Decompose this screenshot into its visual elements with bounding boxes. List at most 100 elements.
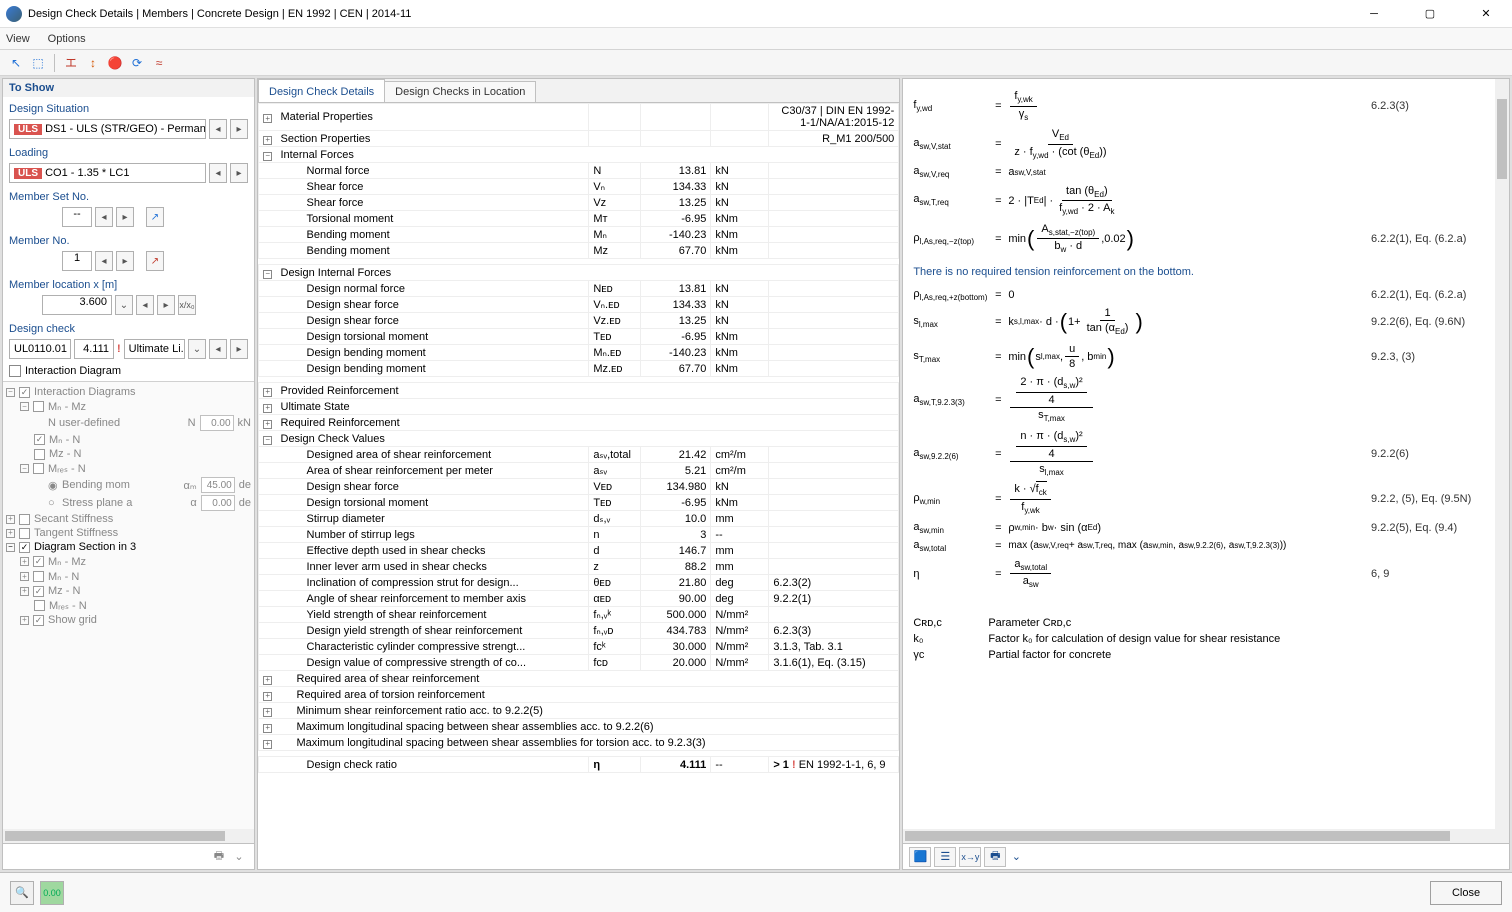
loading-combo[interactable]: ULS CO1 - 1.35 * LC1	[9, 163, 206, 183]
ml-dropdown-button[interactable]: ⌄	[115, 295, 133, 315]
formula-scrollbar[interactable]	[1495, 79, 1509, 829]
tree-checkbox[interactable]: ✓	[19, 387, 30, 398]
member-loc-input[interactable]: 3.600	[42, 295, 112, 315]
foot-print-icon[interactable]: 🖶	[984, 847, 1006, 867]
foot-list-icon[interactable]: ☰	[934, 847, 956, 867]
tree-expand-icon[interactable]: +	[6, 515, 15, 524]
close-window-button[interactable]: ✕	[1466, 2, 1506, 26]
dc-next-button[interactable]: ▸	[230, 339, 248, 359]
tree-item[interactable]: Mᴢ - N	[49, 448, 251, 460]
formula-hscrollbar[interactable]	[903, 829, 1509, 843]
ms-next-button[interactable]: ▸	[116, 207, 134, 227]
group-section-properties[interactable]: Section Properties	[277, 131, 589, 147]
expand-icon[interactable]: +	[263, 740, 272, 749]
expand-icon[interactable]: +	[263, 420, 272, 429]
tree-expand-icon[interactable]: +	[20, 557, 29, 566]
ml-prev-button[interactable]: ◂	[136, 295, 154, 315]
print-icon[interactable]: 🖶	[210, 848, 228, 866]
tree-collapse-icon[interactable]: −	[6, 543, 15, 552]
dc-prev-button[interactable]: ◂	[209, 339, 227, 359]
tool-section-icon[interactable]: エ	[61, 53, 81, 73]
tool-color-icon[interactable]: 🔴	[105, 53, 125, 73]
member-no-input[interactable]: 1	[62, 251, 92, 271]
minimize-button[interactable]: ─	[1354, 2, 1394, 26]
tool-refresh-icon[interactable]: ⟳	[127, 53, 147, 73]
dc-code-combo[interactable]: UL0110.01	[9, 339, 71, 359]
close-button[interactable]: Close	[1430, 881, 1502, 905]
left-tree-scrollbar[interactable]	[3, 829, 254, 843]
ms-prev-button[interactable]: ◂	[95, 207, 113, 227]
tree-item[interactable]: Mₙ - N	[49, 433, 251, 446]
menu-view[interactable]: View	[6, 33, 30, 45]
group-ultimate-state[interactable]: Ultimate State	[277, 399, 899, 415]
expand-icon[interactable]: +	[263, 708, 272, 717]
tree-expand-icon[interactable]: +	[20, 616, 29, 625]
dc-combo-dropdown[interactable]: ⌄	[188, 339, 206, 359]
dc-type-combo[interactable]: Ultimate Li...	[124, 339, 185, 359]
tool-pointer-icon[interactable]: ↖	[6, 53, 26, 73]
status-search-icon[interactable]: 🔍	[10, 881, 34, 905]
tool-arrows-icon[interactable]: ↕	[83, 53, 103, 73]
foot-print-dropdown[interactable]: ⌄	[1009, 847, 1023, 867]
design-situation-combo[interactable]: ULS DS1 - ULS (STR/GEO) - Permane...	[9, 119, 206, 139]
expand-icon[interactable]: +	[263, 692, 272, 701]
tree-value-input[interactable]	[201, 495, 235, 511]
mn-pick-icon[interactable]: ↗	[146, 251, 164, 271]
mn-prev-button[interactable]: ◂	[95, 251, 113, 271]
tree-expand-icon[interactable]: +	[20, 587, 29, 596]
tree-root[interactable]: Interaction Diagrams	[34, 386, 251, 398]
foot-color-icon[interactable]: 🟦	[909, 847, 931, 867]
ms-pick-icon[interactable]: ↗	[146, 207, 164, 227]
expand-icon[interactable]: +	[263, 404, 272, 413]
tree-checkbox[interactable]	[33, 571, 44, 582]
group-req-torsion[interactable]: Required area of torsion reinforcement	[277, 687, 899, 703]
tree-expand-icon[interactable]: +	[6, 529, 15, 538]
tree-collapse-icon[interactable]: −	[20, 464, 29, 473]
group-required-reinforcement[interactable]: Required Reinforcement	[277, 415, 899, 431]
tree-item[interactable]: N user-defined	[48, 417, 184, 429]
tab-design-checks-in-location[interactable]: Design Checks in Location	[384, 81, 536, 102]
tree-item[interactable]: Mₙ - Mᴢ	[48, 555, 251, 568]
collapse-icon[interactable]: −	[263, 270, 272, 279]
tree-item[interactable]: Mᴢ - N	[48, 585, 251, 597]
ml-next-button[interactable]: ▸	[157, 295, 175, 315]
tree-value-input[interactable]	[200, 415, 234, 431]
tree-checkbox[interactable]	[19, 514, 30, 525]
loading-prev-button[interactable]: ◂	[209, 163, 227, 183]
tree-expand-icon[interactable]: +	[20, 572, 29, 581]
collapse-icon[interactable]: −	[263, 152, 272, 161]
status-precision-icon[interactable]: 0.00	[40, 881, 64, 905]
group-max-long-torsion[interactable]: Maximum longitudinal spacing between she…	[277, 735, 899, 751]
expand-icon[interactable]: +	[263, 676, 272, 685]
tree-checkbox[interactable]: ✓	[34, 434, 45, 445]
tree-item[interactable]: Mᵣₑₛ - N	[48, 462, 251, 475]
tree-checkbox[interactable]: ✓	[33, 586, 44, 597]
tree-checkbox[interactable]	[34, 600, 45, 611]
tree-checkbox[interactable]	[33, 463, 44, 474]
loading-next-button[interactable]: ▸	[230, 163, 248, 183]
tree-item[interactable]: Secant Stiffness	[34, 513, 251, 525]
group-max-long[interactable]: Maximum longitudinal spacing between she…	[277, 719, 899, 735]
ml-xx0-button[interactable]: x/x₀	[178, 295, 196, 315]
ds-next-button[interactable]: ▸	[230, 119, 248, 139]
expand-icon[interactable]: +	[263, 114, 272, 123]
expand-icon[interactable]: +	[263, 388, 272, 397]
group-provided-reinforcement[interactable]: Provided Reinforcement	[277, 383, 899, 399]
group-design-check-values[interactable]: Design Check Values	[277, 431, 899, 447]
tab-design-check-details[interactable]: Design Check Details	[258, 79, 385, 102]
tree-value-input[interactable]	[201, 477, 235, 493]
tree-checkbox[interactable]	[19, 528, 30, 539]
tree-item[interactable]: Stress plane a	[62, 497, 186, 509]
print-dropdown-icon[interactable]: ⌄	[230, 848, 248, 866]
collapse-icon[interactable]: −	[263, 436, 272, 445]
maximize-button[interactable]: ▢	[1410, 2, 1450, 26]
menu-options[interactable]: Options	[48, 33, 86, 45]
tree-checkbox[interactable]: ✓	[33, 615, 44, 626]
tree-collapse-icon[interactable]: −	[6, 388, 15, 397]
interaction-checkbox[interactable]	[9, 365, 21, 377]
foot-xy-icon[interactable]: x→y	[959, 847, 981, 867]
tool-select-icon[interactable]: ⬚	[28, 53, 48, 73]
ds-prev-button[interactable]: ◂	[209, 119, 227, 139]
tree-item[interactable]: Mᵣₑₛ - N	[49, 599, 251, 612]
tree-item[interactable]: Diagram Section in 3	[34, 541, 251, 553]
